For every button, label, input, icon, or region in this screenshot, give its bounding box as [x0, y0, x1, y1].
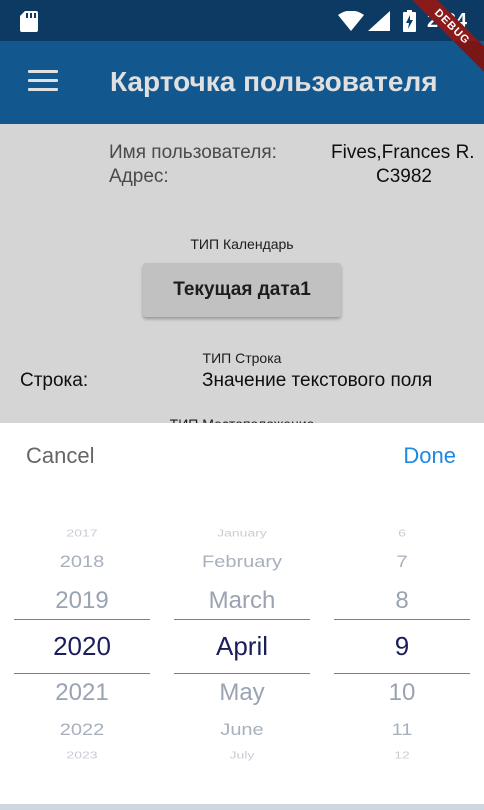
selection-divider — [334, 673, 470, 674]
month-item[interactable]: May — [174, 679, 310, 707]
selection-divider — [14, 619, 150, 620]
day-item[interactable]: 11 — [334, 721, 470, 741]
month-item[interactable]: June — [174, 721, 310, 741]
month-item[interactable]: March — [174, 587, 310, 615]
year-item[interactable]: 2022 — [14, 721, 150, 741]
month-item[interactable]: July — [174, 749, 310, 760]
selection-divider — [174, 673, 310, 674]
year-item[interactable]: 2021 — [14, 679, 150, 707]
selection-divider — [174, 619, 310, 620]
date-picker-sheet: Cancel Done 2017 2018 2019 2020 2021 2022 2023… — [0, 423, 484, 810]
year-item[interactable]: 2023 — [14, 749, 150, 760]
day-item[interactable]: 10 — [334, 679, 470, 707]
done-button[interactable]: Done — [403, 443, 456, 469]
year-item[interactable]: 2019 — [14, 587, 150, 615]
day-wheel[interactable]: 6 7 8 9 10 11 12 — [334, 521, 470, 769]
month-item[interactable]: February — [174, 553, 310, 573]
cancel-button[interactable]: Cancel — [26, 443, 94, 469]
year-selected-item[interactable]: 2020 — [14, 631, 150, 662]
day-item[interactable]: 12 — [334, 749, 470, 760]
year-wheel[interactable]: 2017 2018 2019 2020 2021 2022 2023 — [14, 521, 150, 769]
month-item[interactable]: January — [174, 527, 310, 538]
month-wheel[interactable]: January February March April May June July — [174, 521, 310, 769]
day-item[interactable]: 7 — [334, 553, 470, 573]
month-selected-item[interactable]: April — [174, 631, 310, 662]
year-item[interactable]: 2018 — [14, 553, 150, 573]
screen-bottom-edge — [0, 804, 484, 810]
selection-divider — [14, 673, 150, 674]
day-item[interactable]: 6 — [334, 527, 470, 538]
day-selected-item[interactable]: 9 — [334, 631, 470, 662]
selection-divider — [334, 619, 470, 620]
year-item[interactable]: 2017 — [14, 527, 150, 538]
day-item[interactable]: 8 — [334, 587, 470, 615]
